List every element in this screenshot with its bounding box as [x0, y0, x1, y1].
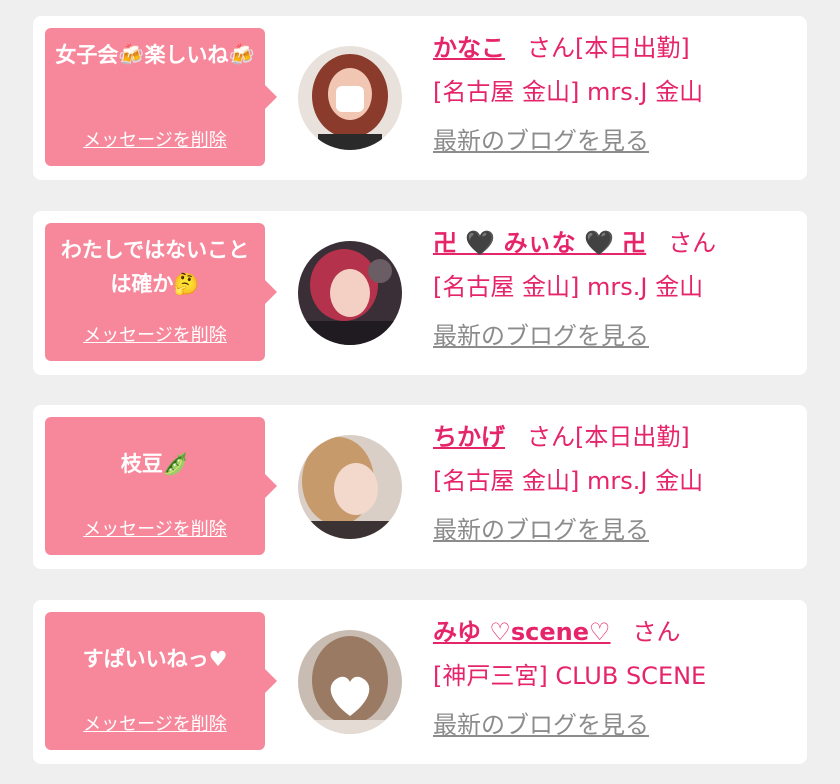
shop-name: [神戸三宮] CLUB SCENE: [433, 662, 707, 690]
honorific: さん: [527, 34, 575, 62]
profile-name-link[interactable]: ちかげ: [433, 423, 505, 451]
favorite-list: 女子会🍻楽しいね🍻 メッセージを削除 かなこ さん[本日出勤] [名古屋 金山] …: [0, 0, 840, 784]
honorific: さん: [527, 423, 575, 451]
message-text: すぱいいねっ♥: [82, 647, 228, 671]
attendance-status: [本日出勤]: [575, 34, 690, 62]
profile-info: かなこ さん[本日出勤] [名古屋 金山] mrs.J 金山 最新のブログを見る: [433, 26, 797, 158]
latest-blog-link[interactable]: 最新のブログを見る: [433, 124, 649, 158]
message-bubble: 女子会🍻楽しいね🍻 メッセージを削除: [45, 28, 277, 166]
honorific: さん: [668, 229, 717, 257]
message-text: 枝豆🫛: [120, 452, 190, 476]
delete-message-link[interactable]: メッセージを削除: [45, 321, 265, 347]
avatar[interactable]: [298, 46, 402, 150]
profile-name-link[interactable]: みゆ ♡scene♡: [433, 618, 611, 646]
profile-name-link[interactable]: かなこ: [433, 34, 505, 62]
delete-message-link[interactable]: メッセージを削除: [45, 710, 265, 736]
message-bubble: 枝豆🫛 メッセージを削除: [45, 417, 277, 555]
message-bubble: わたしではないことは確か🤔 メッセージを削除: [45, 223, 277, 361]
delete-message-link[interactable]: メッセージを削除: [45, 126, 265, 152]
delete-message-link[interactable]: メッセージを削除: [45, 515, 265, 541]
message-bubble: すぱいいねっ♥ メッセージを削除: [45, 612, 277, 750]
profile-info: ちかげ さん[本日出勤] [名古屋 金山] mrs.J 金山 最新のブログを見る: [433, 415, 797, 547]
honorific: さん: [632, 618, 681, 646]
message-text: 女子会🍻楽しいね🍻: [55, 43, 255, 67]
message-text: わたしではないことは確か🤔: [60, 238, 250, 296]
favorite-card: わたしではないことは確か🤔 メッセージを削除 卍 🖤 みぃな 🖤 卍さん [名古…: [33, 211, 807, 375]
latest-blog-link[interactable]: 最新のブログを見る: [433, 319, 649, 353]
avatar[interactable]: [298, 435, 402, 539]
avatar[interactable]: [298, 630, 402, 734]
shop-name: [名古屋 金山] mrs.J 金山: [433, 273, 704, 301]
favorite-card: 女子会🍻楽しいね🍻 メッセージを削除 かなこ さん[本日出勤] [名古屋 金山] …: [33, 16, 807, 180]
latest-blog-link[interactable]: 最新のブログを見る: [433, 708, 649, 742]
shop-name: [名古屋 金山] mrs.J 金山: [433, 78, 704, 106]
attendance-status: [本日出勤]: [575, 423, 690, 451]
profile-name-link[interactable]: 卍 🖤 みぃな 🖤 卍: [433, 229, 646, 257]
profile-info: みゆ ♡scene♡ さん [神戸三宮] CLUB SCENE 最新のブログを見る: [433, 610, 797, 742]
avatar[interactable]: [298, 241, 402, 345]
latest-blog-link[interactable]: 最新のブログを見る: [433, 513, 649, 547]
favorite-card: 枝豆🫛 メッセージを削除 ちかげ さん[本日出勤] [名古屋 金山] mrs.J …: [33, 405, 807, 569]
shop-name: [名古屋 金山] mrs.J 金山: [433, 467, 704, 495]
favorite-card: すぱいいねっ♥ メッセージを削除 みゆ ♡scene♡ さん [神戸三宮] CLU…: [33, 600, 807, 764]
profile-info: 卍 🖤 みぃな 🖤 卍さん [名古屋 金山] mrs.J 金山 最新のブログを見…: [433, 221, 797, 353]
